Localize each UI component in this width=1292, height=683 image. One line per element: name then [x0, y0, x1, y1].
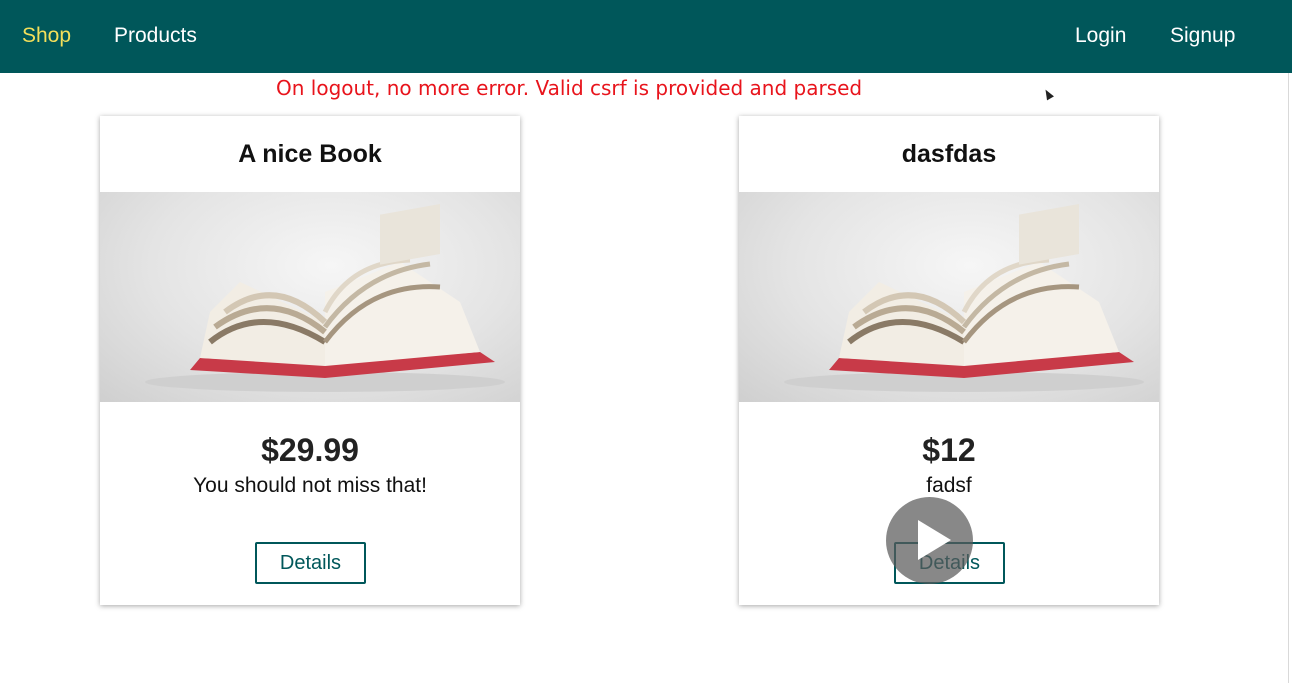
nav-signup-link[interactable]: Signup: [1170, 24, 1235, 48]
product-card: A nice Book $29.99 You should not miss t…: [100, 116, 520, 605]
play-icon[interactable]: [886, 497, 973, 584]
nav-login-link[interactable]: Login: [1075, 24, 1126, 48]
page-edge-divider: [1288, 73, 1289, 683]
product-description: fadsf: [926, 474, 972, 497]
play-triangle-icon: [918, 520, 951, 560]
nav-shop-link[interactable]: Shop: [22, 24, 71, 48]
top-navigation-bar: Shop Products Login Signup: [0, 0, 1292, 73]
book-illustration: [784, 204, 1144, 392]
product-title: dasfdas: [901, 140, 997, 168]
product-title: A nice Book: [238, 140, 382, 168]
product-description: You should not miss that!: [193, 474, 427, 497]
annotation-text: On logout, no more error. Valid csrf is …: [276, 76, 863, 100]
open-book-image: [100, 192, 520, 402]
product-price: $12: [922, 432, 976, 468]
details-button[interactable]: Details: [255, 542, 366, 584]
product-price: $29.99: [261, 432, 359, 468]
open-book-image: [739, 192, 1159, 402]
nav-products-link[interactable]: Products: [114, 24, 197, 48]
book-illustration: [145, 204, 505, 392]
mouse-cursor-icon: [1042, 87, 1054, 101]
